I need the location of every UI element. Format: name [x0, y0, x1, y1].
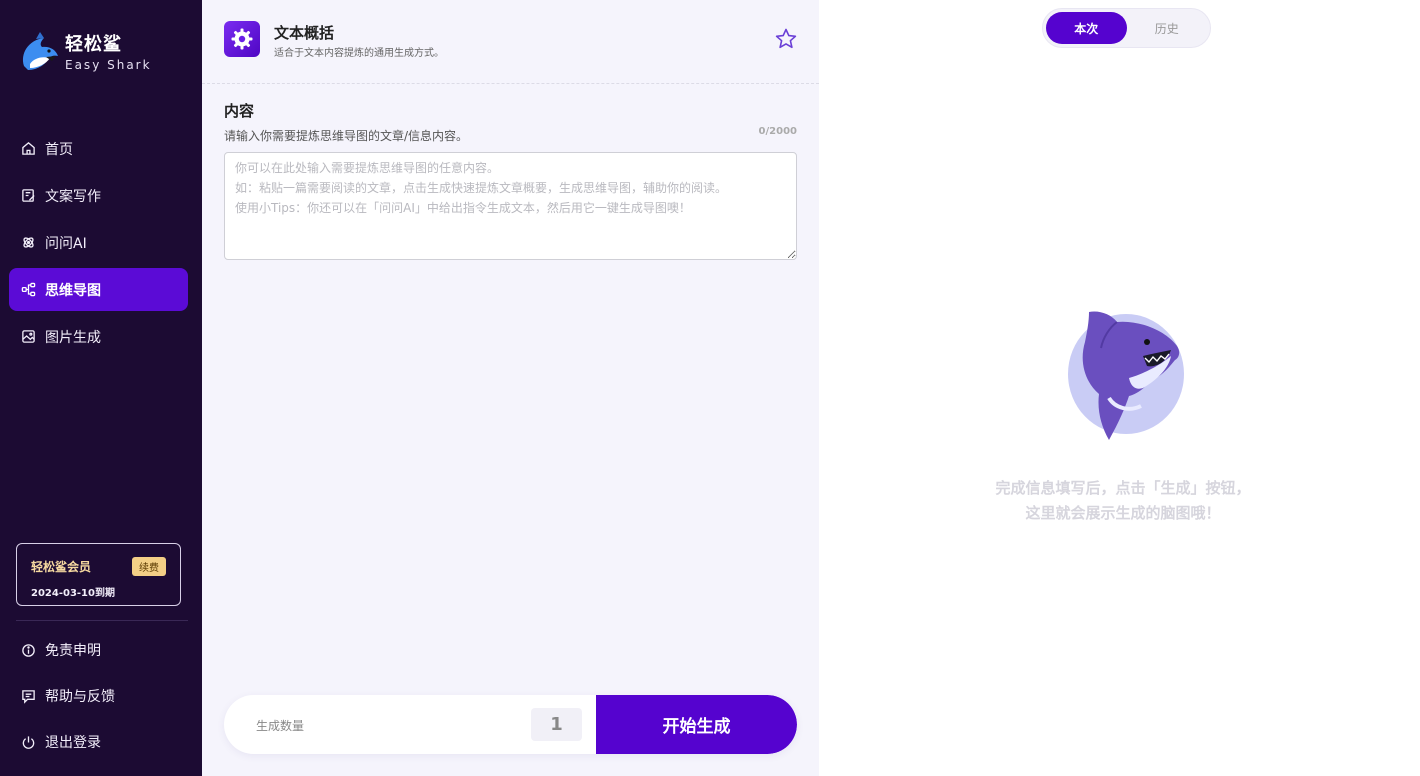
bottom-nav: 免责申明 帮助与反馈 退出登录: [9, 628, 188, 766]
membership-title: 轻松鲨会员: [31, 560, 92, 574]
renew-button[interactable]: 续费: [132, 557, 166, 576]
image-icon: [21, 329, 36, 344]
mindmap-icon: [21, 282, 36, 297]
gear-icon: [224, 21, 260, 57]
generate-count-label: 生成数量: [256, 719, 305, 733]
content-hint: 请输入你需要提炼思维导图的文章/信息内容。: [224, 129, 469, 143]
empty-state-line-2: 这里就会展示生成的脑图哦！: [1025, 504, 1221, 522]
main-nav: 首页 文案写作 问问AI 思维导图 图片生成: [9, 127, 188, 362]
tab-history[interactable]: 历史: [1127, 12, 1208, 44]
shark-logo-icon: [22, 32, 58, 70]
generate-bar: 生成数量 开始生成: [224, 695, 797, 754]
tool-description: 适合于文本内容提炼的通用生成方式。: [274, 48, 444, 59]
feedback-icon: [21, 689, 36, 704]
tool-header: 文本概括 适合于文本内容提炼的通用生成方式。: [202, 0, 819, 84]
sidebar-divider: [16, 620, 188, 621]
ai-chat-icon: [21, 235, 36, 250]
nav-item-label: 思维导图: [45, 282, 101, 299]
info-icon: [21, 643, 36, 658]
nav-item-label: 免责申明: [45, 643, 101, 659]
nav-item-home[interactable]: 首页: [9, 127, 188, 170]
membership-expiry: 2024-03-10到期: [31, 588, 115, 599]
nav-item-copywriting[interactable]: 文案写作: [9, 174, 188, 217]
membership-card: 轻松鲨会员 续费 2024-03-10到期: [16, 543, 181, 606]
brand-name: 轻松鲨: [65, 34, 122, 55]
nav-item-disclaimer[interactable]: 免责申明: [9, 628, 188, 672]
favorite-star-icon[interactable]: [774, 27, 798, 51]
content-textarea[interactable]: [224, 152, 797, 260]
tool-title: 文本概括: [274, 24, 335, 42]
empty-state-line-1: 完成信息填写后，点击「生成」按钮，: [995, 479, 1251, 497]
nav-item-label: 文案写作: [45, 188, 101, 205]
nav-item-ask-ai[interactable]: 问问AI: [9, 221, 188, 264]
content-section-title: 内容: [224, 102, 255, 120]
result-area: 本次 历史 完成信息填写后，点击「生成」按钮， 这里就会展示生成的脑图哦！: [819, 0, 1420, 776]
shark-mascot-icon: [1068, 311, 1184, 440]
power-icon: [21, 735, 36, 750]
brand-subtitle: Easy Shark: [65, 58, 152, 72]
start-generate-button[interactable]: 开始生成: [596, 695, 797, 754]
form-panel: 文本概括 适合于文本内容提炼的通用生成方式。 内容 请输入你需要提炼思维导图的文…: [202, 0, 819, 776]
nav-item-help-feedback[interactable]: 帮助与反馈: [9, 674, 188, 718]
nav-item-label: 首页: [45, 141, 73, 158]
result-tabs: 本次 历史: [1042, 8, 1211, 48]
char-count: 0/2000: [758, 126, 797, 137]
nav-item-label: 退出登录: [45, 735, 101, 751]
nav-item-label: 帮助与反馈: [45, 689, 115, 705]
home-icon: [21, 141, 36, 156]
nav-item-label: 问问AI: [45, 235, 87, 252]
nav-item-label: 图片生成: [45, 329, 101, 346]
nav-item-image-generation[interactable]: 图片生成: [9, 315, 188, 358]
sidebar: 轻松鲨 Easy Shark 首页 文案写作 问问AI 思维导图 图片生成 轻松…: [0, 0, 202, 776]
tab-current[interactable]: 本次: [1046, 12, 1127, 44]
nav-item-mindmap[interactable]: 思维导图: [9, 268, 188, 311]
document-edit-icon: [21, 188, 36, 203]
empty-state-message: 完成信息填写后，点击「生成」按钮， 这里就会展示生成的脑图哦！: [819, 476, 1420, 526]
brand[interactable]: 轻松鲨 Easy Shark: [16, 30, 152, 76]
generate-count-input[interactable]: [531, 708, 582, 741]
nav-item-logout[interactable]: 退出登录: [9, 720, 188, 764]
